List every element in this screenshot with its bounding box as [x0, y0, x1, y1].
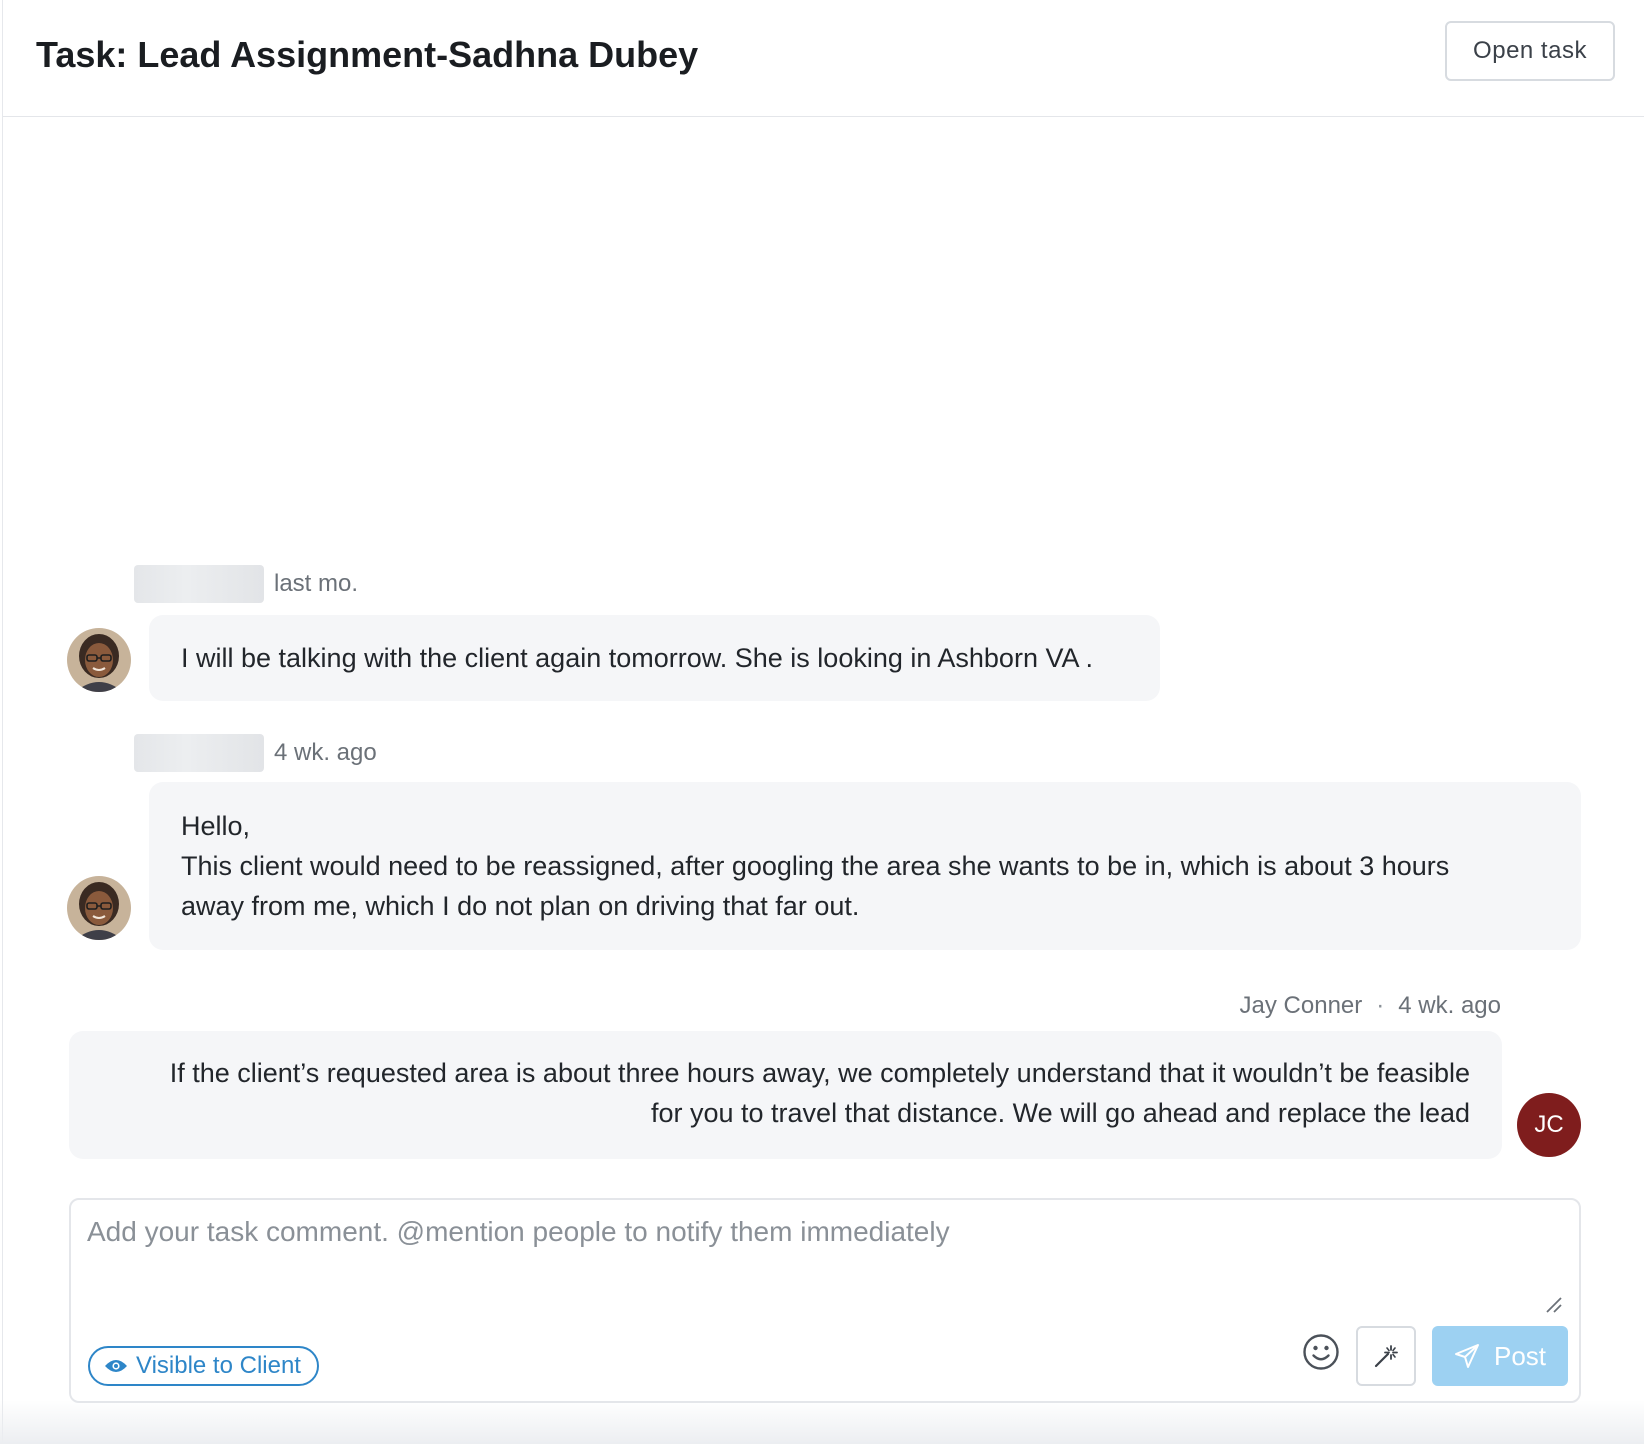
comment-text: This client would need to be reassigned,…	[181, 851, 1450, 881]
resize-handle-icon[interactable]	[1545, 1296, 1563, 1314]
comment-meta: Jay Conner · 4 wk. ago	[1240, 992, 1501, 1020]
task-comments-panel: Task: Lead Assignment-Sadhna Dubey Open …	[2, 0, 1644, 1444]
emoji-button[interactable]	[1299, 1330, 1343, 1374]
send-icon	[1454, 1344, 1479, 1368]
magic-wand-icon	[1374, 1345, 1398, 1368]
redacted-author-name	[134, 565, 264, 603]
comment-bubble: If the client’s requested area is about …	[69, 1031, 1502, 1159]
comment-time: 4 wk. ago	[1398, 992, 1501, 1019]
comment-input[interactable]	[87, 1216, 1547, 1306]
comment-meta: 4 wk. ago	[134, 734, 377, 772]
bottom-shadow	[0, 1400, 1644, 1444]
task-header: Task: Lead Assignment-Sadhna Dubey Open …	[3, 0, 1644, 117]
comment-time: last mo.	[274, 570, 359, 597]
profile-photo-icon	[67, 628, 131, 692]
comment-bubble: I will be talking with the client again …	[149, 615, 1160, 701]
comment-composer: Visible to Client	[69, 1198, 1581, 1403]
eye-icon	[105, 1360, 127, 1372]
post-button[interactable]: Post	[1432, 1326, 1568, 1386]
comment-author: Jay Conner	[1239, 992, 1363, 1019]
author-avatar[interactable]	[67, 628, 131, 692]
redacted-author-name	[134, 734, 264, 772]
comment-text: for you to travel that distance. We will…	[650, 1098, 1470, 1128]
post-label: Post	[1493, 1340, 1547, 1371]
comment-text: away from me, which I do not plan on dri…	[181, 891, 860, 921]
comment-time: 4 wk. ago	[274, 739, 377, 766]
comment-text: Hello,	[181, 811, 251, 841]
comment-text: If the client’s requested area is about …	[169, 1058, 1470, 1088]
magic-wand-button[interactable]	[1356, 1326, 1416, 1386]
open-task-button[interactable]: Open task	[1445, 21, 1615, 81]
visible-to-client-label: Visible to Client	[136, 1352, 301, 1379]
comment-bubble: Hello, This client would need to be reas…	[149, 782, 1581, 950]
smiley-icon	[1303, 1334, 1339, 1370]
author-avatar[interactable]	[67, 876, 131, 940]
comment-meta: last mo.	[134, 565, 358, 603]
meta-separator: ·	[1376, 992, 1385, 1019]
task-title: Task: Lead Assignment-Sadhna Dubey	[36, 34, 699, 75]
comment-text: I will be talking with the client again …	[181, 643, 1093, 673]
profile-photo-icon	[67, 876, 131, 940]
visible-to-client-toggle[interactable]: Visible to Client	[88, 1346, 319, 1386]
author-avatar-initials[interactable]: JC	[1517, 1093, 1581, 1157]
